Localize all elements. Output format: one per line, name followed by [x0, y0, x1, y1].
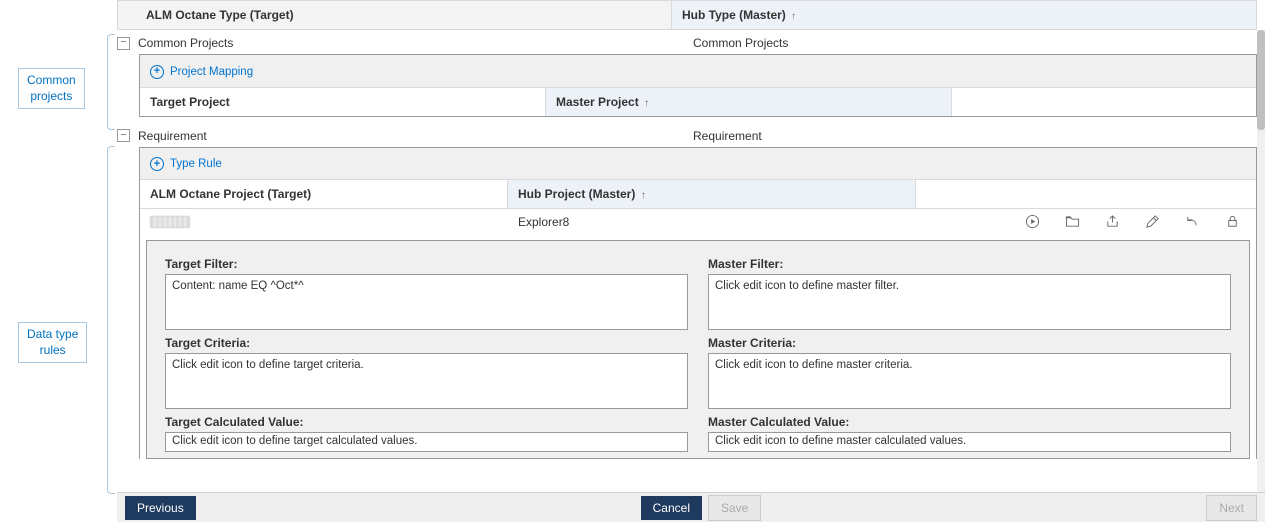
master-calc-label: Master Calculated Value:: [708, 415, 1231, 429]
sub-header-rule-target[interactable]: ALM Octane Project (Target): [140, 180, 508, 208]
common-projects-box: + Project Mapping Target Project Master …: [139, 54, 1257, 117]
add-project-mapping-button[interactable]: + Project Mapping: [150, 65, 253, 79]
project-sub-header: Target Project Master Project ↑: [140, 88, 1256, 116]
type-header-row: ALM Octane Type (Target) Hub Type (Maste…: [117, 0, 1257, 30]
sort-asc-icon: ↑: [641, 190, 646, 201]
rule-master-cell: Explorer8: [508, 210, 916, 234]
footer-bar: Previous Cancel Save Next: [117, 492, 1265, 522]
rule-toolbar: [916, 209, 1256, 235]
save-button: Save: [708, 495, 761, 521]
sub-header-target-project[interactable]: Target Project: [140, 88, 546, 116]
collapse-icon[interactable]: −: [117, 37, 130, 50]
section-requirement: − Requirement Requirement: [117, 125, 1257, 147]
plus-circle-icon: +: [150, 157, 164, 171]
master-calc-box[interactable]: Click edit icon to define master calcula…: [708, 432, 1231, 452]
bracket-common: [107, 34, 115, 130]
header-master[interactable]: Hub Type (Master) ↑: [672, 1, 1256, 29]
scroll-thumb[interactable]: [1257, 30, 1265, 130]
target-filter-box[interactable]: Content: name EQ ^Oct*^: [165, 274, 688, 330]
folder-icon[interactable]: [1064, 214, 1080, 230]
header-target[interactable]: ALM Octane Type (Target): [118, 1, 672, 29]
master-criteria-box[interactable]: Click edit icon to define master criteri…: [708, 353, 1231, 409]
requirement-box: + Type Rule ALM Octane Project (Target) …: [139, 147, 1257, 460]
section-common-projects: − Common Projects Common Projects: [117, 32, 1257, 54]
target-criteria-box[interactable]: Click edit icon to define target criteri…: [165, 353, 688, 409]
callout-box: Data type rules: [18, 322, 87, 363]
scrollbar[interactable]: [1257, 30, 1265, 492]
sort-asc-icon: ↑: [791, 11, 796, 22]
next-button: Next: [1206, 495, 1257, 521]
play-icon[interactable]: [1024, 214, 1040, 230]
main-area: ALM Octane Type (Target) Hub Type (Maste…: [117, 0, 1257, 492]
rule-sub-header: ALM Octane Project (Target) Hub Project …: [140, 180, 1256, 208]
plus-circle-icon: +: [150, 65, 164, 79]
callout-box: Common projects: [18, 68, 85, 109]
sort-asc-icon: ↑: [644, 98, 649, 109]
export-icon[interactable]: [1104, 214, 1120, 230]
section-target-label: Requirement: [138, 129, 207, 143]
sub-header-master-project[interactable]: Master Project ↑: [546, 88, 952, 116]
section-master-label: Common Projects: [693, 36, 788, 50]
redacted-text: [150, 216, 190, 228]
target-calc-box[interactable]: Click edit icon to define target calcula…: [165, 432, 688, 452]
sub-header-rule-master[interactable]: Hub Project (Master) ↑: [508, 180, 916, 208]
action-bar-project-mapping: + Project Mapping: [140, 55, 1256, 88]
undo-icon[interactable]: [1184, 214, 1200, 230]
edit-icon[interactable]: [1144, 214, 1160, 230]
master-filter-label: Master Filter:: [708, 257, 1231, 271]
cancel-button[interactable]: Cancel: [641, 496, 702, 520]
target-filter-label: Target Filter:: [165, 257, 688, 271]
previous-button[interactable]: Previous: [125, 496, 196, 520]
lock-icon[interactable]: [1224, 214, 1240, 230]
section-master-label: Requirement: [693, 129, 762, 143]
action-bar-type-rule: + Type Rule: [140, 148, 1256, 181]
rule-target-cell: [140, 211, 508, 233]
rule-detail-panel: Target Filter: Content: name EQ ^Oct*^ M…: [146, 240, 1250, 459]
bracket-rules: [107, 146, 115, 494]
target-calc-label: Target Calculated Value:: [165, 415, 688, 429]
collapse-icon[interactable]: −: [117, 129, 130, 142]
section-target-label: Common Projects: [138, 36, 233, 50]
rule-row[interactable]: Explorer8: [140, 208, 1256, 234]
callout-data-type-rules: Data type rules: [18, 322, 87, 363]
callout-common-projects: Common projects: [18, 68, 85, 109]
master-criteria-label: Master Criteria:: [708, 336, 1231, 350]
add-type-rule-button[interactable]: + Type Rule: [150, 157, 222, 171]
target-criteria-label: Target Criteria:: [165, 336, 688, 350]
master-filter-box[interactable]: Click edit icon to define master filter.: [708, 274, 1231, 330]
